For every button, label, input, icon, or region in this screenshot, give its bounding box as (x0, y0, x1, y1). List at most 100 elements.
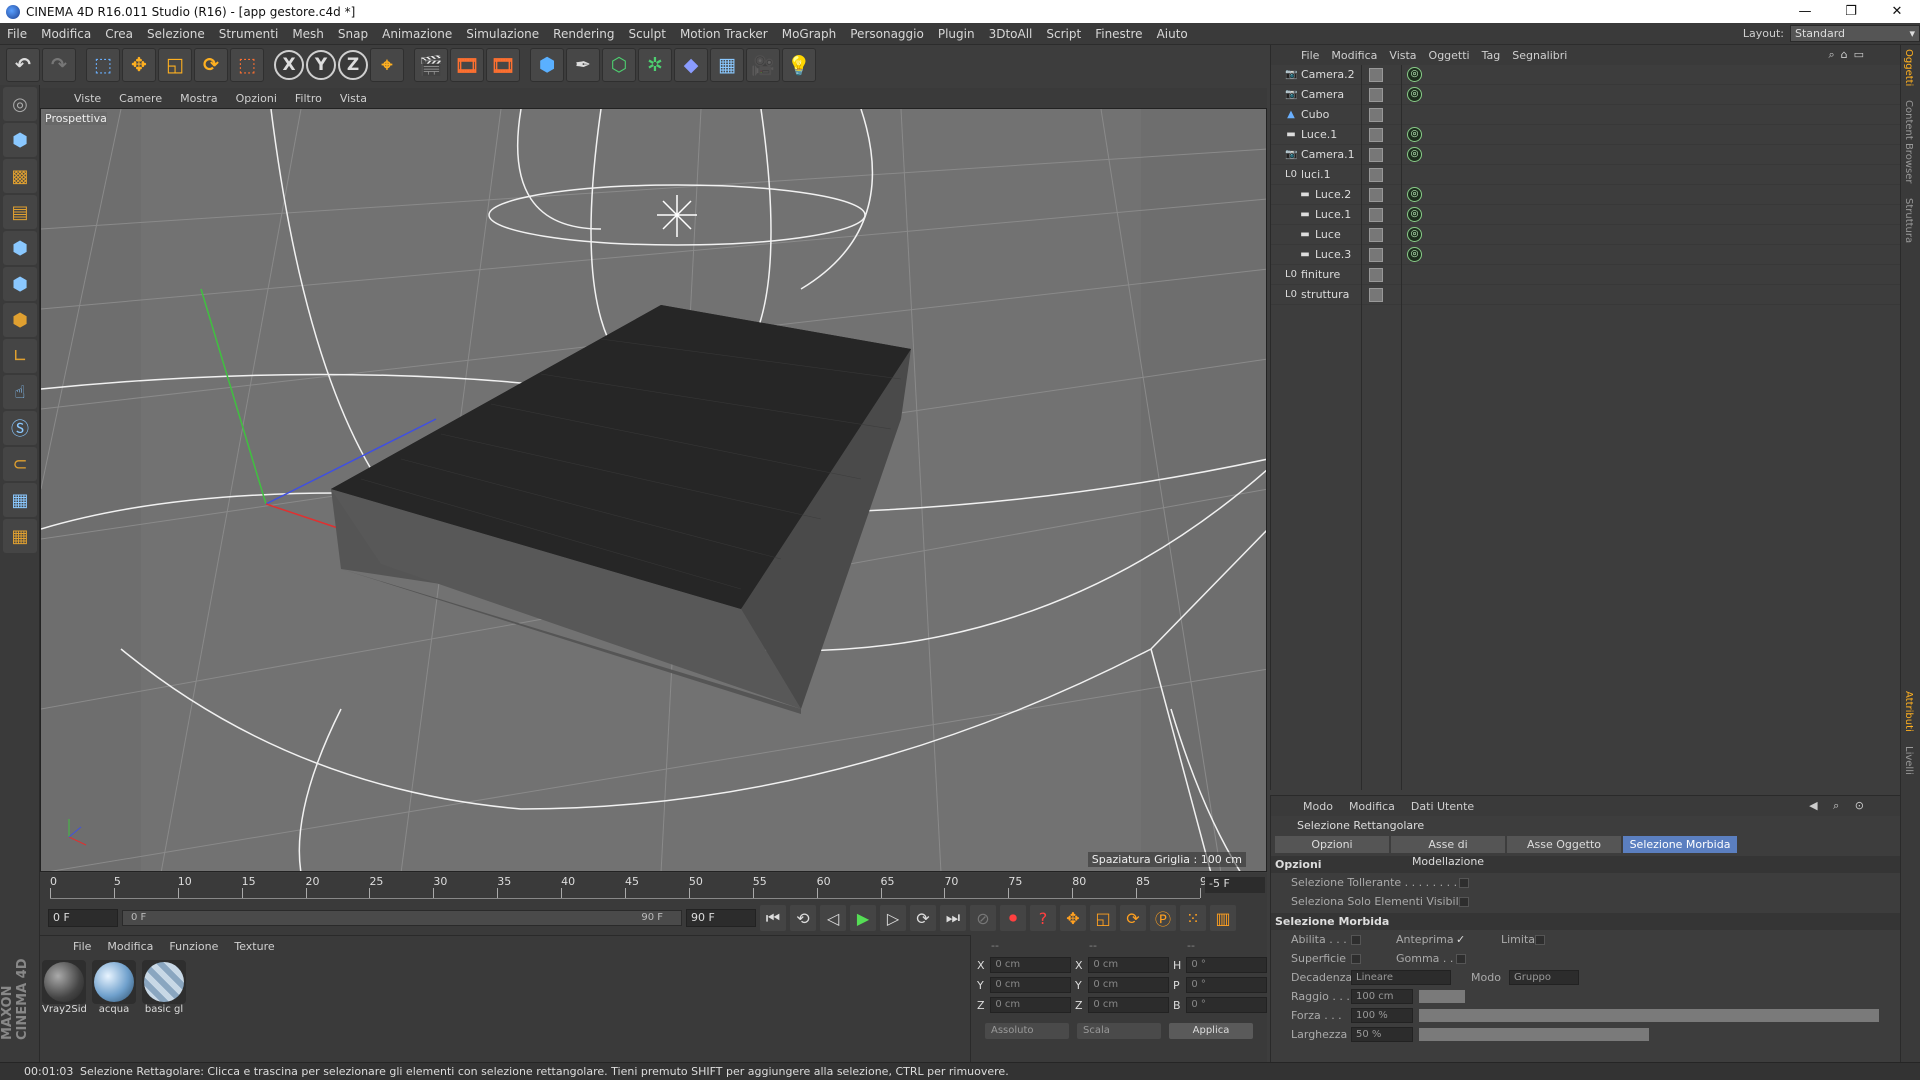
object-menu-modifica[interactable]: Modifica (1325, 49, 1383, 62)
object-menu-oggetti[interactable]: Oggetti (1423, 49, 1476, 62)
previous-frame-icon[interactable]: ◁ (820, 905, 846, 931)
menu-selezione[interactable]: Selezione (140, 27, 212, 41)
rotation-b-field[interactable]: 0 ° (1186, 997, 1267, 1013)
object-name[interactable]: Cubo (1301, 108, 1329, 121)
layout-dropdown[interactable]: Standard (1790, 25, 1920, 42)
radius-field[interactable]: 100 cm (1351, 989, 1413, 1004)
autokey-icon[interactable]: ⏺ (1000, 905, 1026, 931)
object-row[interactable]: ▬ Luce.2 ◎ (1271, 185, 1900, 205)
key-position-icon[interactable]: ✥ (1060, 905, 1086, 931)
visibility-toggle-icon[interactable] (1369, 68, 1383, 82)
rotation-p-field[interactable]: 0 ° (1186, 977, 1267, 993)
snap-icon[interactable]: Ⓢ (3, 411, 37, 445)
scale-icon[interactable]: ◱ (158, 48, 192, 82)
position-x-field[interactable]: 0 cm (990, 957, 1071, 973)
viewport-menu-opzioni[interactable]: Opzioni (227, 92, 286, 105)
menu-file[interactable]: File (0, 27, 34, 41)
size-x-field[interactable]: 0 cm (1088, 957, 1169, 973)
keyframe-selection-icon[interactable]: ? (1030, 905, 1056, 931)
menu-strumenti[interactable]: Strumenti (212, 27, 286, 41)
apply-button[interactable]: Applica (1169, 1023, 1253, 1039)
object-menu-segnalibri[interactable]: Segnalibri (1506, 49, 1573, 62)
tweak-mode-icon[interactable]: ☝ (3, 375, 37, 409)
object-name[interactable]: luci.1 (1301, 168, 1331, 181)
side-tab-content-browser[interactable]: Content Browser (1901, 96, 1916, 187)
object-name[interactable]: Luce.1 (1315, 208, 1351, 221)
key-rotation-icon[interactable]: ⟳ (1120, 905, 1146, 931)
object-name[interactable]: Luce.2 (1315, 188, 1351, 201)
strength-field[interactable]: 100 % (1351, 1008, 1413, 1023)
record-keys-icon[interactable]: ⊘ (970, 905, 996, 931)
menu-rendering[interactable]: Rendering (546, 27, 621, 41)
position-y-field[interactable]: 0 cm (990, 977, 1071, 993)
object-tag-icon[interactable]: ◎ (1407, 147, 1422, 162)
object-tag-icon[interactable]: ◎ (1407, 87, 1422, 102)
object-tag-icon[interactable]: ◎ (1407, 227, 1422, 242)
visibility-toggle-icon[interactable] (1369, 288, 1383, 302)
coordinate-mode-dropdown[interactable]: Assoluto (985, 1023, 1069, 1039)
close-button[interactable]: ✕ (1874, 0, 1920, 23)
frame-range-slider[interactable]: 0 F 90 F (122, 910, 682, 926)
key-parameter-icon[interactable]: Ⓟ (1150, 905, 1176, 931)
current-frame-field[interactable]: 0 F (48, 909, 118, 927)
workplane-icon[interactable]: ▤ (3, 195, 37, 229)
axis-mode-icon[interactable]: ∟ (3, 339, 37, 373)
object-tag-icon[interactable]: ◎ (1407, 67, 1422, 82)
light-icon[interactable]: 💡 (782, 48, 816, 82)
viewport-menu-viste[interactable]: Viste (65, 92, 110, 105)
viewport-menu-camere[interactable]: Camere (110, 92, 171, 105)
camera-icon[interactable]: 🎥 (746, 48, 780, 82)
z-axis-lock-button[interactable]: Z (338, 50, 368, 80)
object-row[interactable]: 📷 Camera ◎ (1271, 85, 1900, 105)
tab-asse-modellazione[interactable]: Asse di Modellazione (1391, 836, 1505, 868)
object-row[interactable]: L0 struttura (1271, 285, 1900, 305)
side-tab-struttura[interactable]: Struttura (1901, 194, 1916, 247)
y-axis-lock-button[interactable]: Y (306, 50, 336, 80)
menu-animazione[interactable]: Animazione (375, 27, 459, 41)
material-swatch[interactable]: basic gl (142, 960, 186, 1015)
render-settings-icon[interactable]: 🎞 (486, 48, 520, 82)
material-menu-modifica[interactable]: Modifica (99, 940, 161, 953)
object-name[interactable]: Camera.1 (1301, 148, 1355, 161)
next-frame-icon[interactable]: ▷ (880, 905, 906, 931)
object-tag-icon[interactable]: ◎ (1407, 127, 1422, 142)
go-to-start-icon[interactable]: ⏮ (760, 905, 786, 931)
viewport-menu-mostra[interactable]: Mostra (171, 92, 227, 105)
frame-ruler[interactable]: 051015202530354045505560657075808590 (50, 875, 1214, 899)
rubber-checkbox[interactable] (1456, 953, 1466, 964)
object-row[interactable]: L0 finiture (1271, 265, 1900, 285)
rotation-h-field[interactable]: 0 ° (1186, 957, 1267, 973)
object-tag-icon[interactable]: ◎ (1407, 247, 1422, 262)
move-icon[interactable]: ✥ (122, 48, 156, 82)
viewport-menu-filtro[interactable]: Filtro (286, 92, 331, 105)
search-icon[interactable]: ⌕⌂▭ (1828, 48, 1900, 62)
attribute-menu-dati-utente[interactable]: Dati Utente (1403, 800, 1482, 813)
material-menu-texture[interactable]: Texture (226, 940, 282, 953)
object-name[interactable]: Camera.2 (1301, 68, 1355, 81)
restore-button[interactable]: ❐ (1828, 0, 1874, 23)
visible-only-checkbox[interactable] (1459, 896, 1469, 907)
menu-personaggio[interactable]: Personaggio (843, 27, 931, 41)
menu-aiuto[interactable]: Aiuto (1150, 27, 1195, 41)
menu-script[interactable]: Script (1039, 27, 1088, 41)
menu-mograph[interactable]: MoGraph (775, 27, 844, 41)
object-row[interactable]: L0 luci.1 (1271, 165, 1900, 185)
menu-snap[interactable]: Snap (331, 27, 375, 41)
minimize-button[interactable]: — (1782, 0, 1828, 23)
visibility-toggle-icon[interactable] (1369, 208, 1383, 222)
size-y-field[interactable]: 0 cm (1088, 977, 1169, 993)
material-menu-file[interactable]: File (65, 940, 99, 953)
timeline-window-icon[interactable]: ▥ (1210, 905, 1236, 931)
visibility-toggle-icon[interactable] (1369, 228, 1383, 242)
planar-workplane-icon[interactable]: ▦ (3, 519, 37, 553)
frame-end-field[interactable]: -5 F (1205, 877, 1265, 893)
visibility-toggle-icon[interactable] (1369, 268, 1383, 282)
object-row[interactable]: ▬ Luce.1 ◎ (1271, 125, 1900, 145)
object-name[interactable]: Luce.3 (1315, 248, 1351, 261)
attribute-menu-modifica[interactable]: Modifica (1341, 800, 1403, 813)
menu-simulazione[interactable]: Simulazione (459, 27, 546, 41)
tab-selezione-morbida[interactable]: Selezione Morbida (1623, 836, 1737, 853)
visibility-toggle-icon[interactable] (1369, 108, 1383, 122)
radius-slider[interactable] (1419, 990, 1465, 1003)
object-tag-icon[interactable]: ◎ (1407, 207, 1422, 222)
